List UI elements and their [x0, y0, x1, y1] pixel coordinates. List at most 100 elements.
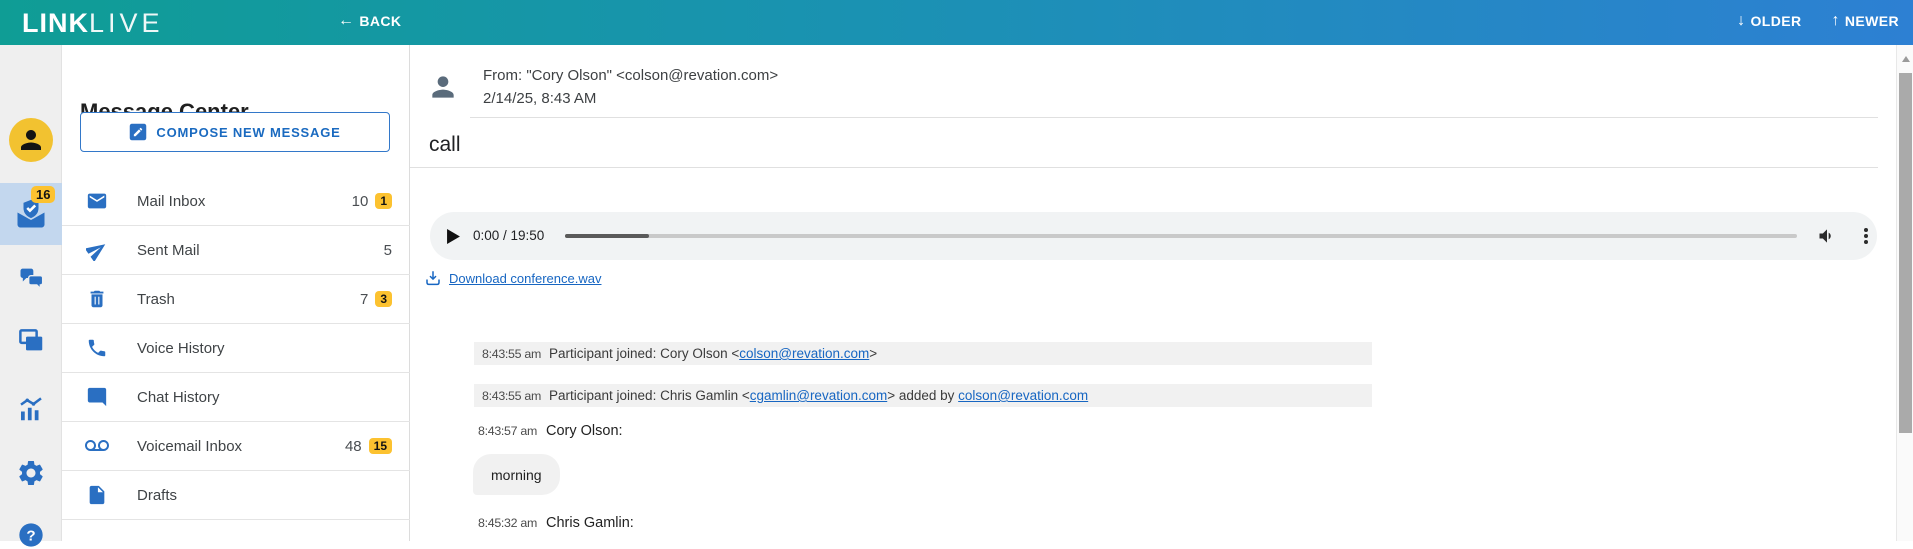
speaker-name: Chris Gamlin:	[546, 515, 634, 531]
download-link[interactable]: Download conference.wav	[449, 271, 601, 286]
compose-new-message-button[interactable]: COMPOSE NEW MESSAGE	[80, 112, 390, 152]
audio-time-display: 0:00 / 19:50	[473, 228, 544, 243]
download-row: Download conference.wav	[424, 269, 601, 287]
email-link[interactable]: cgamlin@revation.com	[750, 388, 888, 403]
item-badge: 1	[375, 193, 392, 209]
mail-icon	[86, 190, 108, 212]
help-icon: ?	[17, 521, 45, 549]
back-button[interactable]: ← BACK	[338, 12, 401, 30]
download-icon	[424, 269, 442, 287]
speaker-name: Cory Olson:	[546, 423, 623, 439]
message-text: Participant joined: Chris Gamlin <	[549, 388, 750, 403]
item-count: 5	[384, 242, 392, 259]
arrow-down-icon: ↓	[1737, 12, 1745, 30]
sidebar-item-trash[interactable]: Trash 7 3	[62, 275, 410, 324]
arrow-up-icon: ↑	[1831, 12, 1839, 30]
gear-icon	[16, 458, 46, 488]
system-message: 8:43:55 am Participant joined: Chris Gam…	[474, 384, 1372, 407]
seek-bar-progress	[565, 234, 649, 238]
newer-label: NEWER	[1845, 13, 1899, 29]
from-line: From: "Cory Olson" <colson@revation.com>	[483, 67, 778, 84]
chat-bubble-icon	[86, 386, 108, 408]
svg-text:?: ?	[26, 527, 35, 544]
timestamp: 8:43:57 am	[478, 424, 537, 438]
app-header: LINKLIVE ← BACK ↓ OLDER ↑ NEWER	[0, 0, 1913, 45]
logo-light: LIVE	[89, 8, 164, 38]
kebab-menu-icon[interactable]	[1856, 225, 1876, 247]
system-message-text: Participant joined: Cory Olson <colson@r…	[549, 346, 877, 361]
sidebar-item-chat-history[interactable]: Chat History	[62, 373, 410, 422]
older-label: OLDER	[1750, 13, 1801, 29]
play-button[interactable]	[447, 229, 460, 244]
sidebar-item-label: Voicemail Inbox	[137, 438, 242, 455]
voicemail-icon	[85, 434, 109, 458]
date-line: 2/14/25, 8:43 AM	[483, 90, 596, 107]
back-arrow-icon: ←	[338, 12, 354, 30]
person-icon	[16, 125, 46, 155]
system-message-text: Participant joined: Chris Gamlin <cgamli…	[549, 388, 1088, 403]
message-text: Participant joined: Cory Olson <	[549, 346, 739, 361]
item-badge: 3	[375, 291, 392, 307]
sidebar-item-label: Mail Inbox	[137, 193, 205, 210]
message-view: From: "Cory Olson" <colson@revation.com>…	[410, 45, 1896, 541]
rail-item-settings[interactable]	[0, 458, 62, 488]
sidebar-item-label: Voice History	[137, 340, 225, 357]
subject-line: call	[429, 133, 461, 157]
rail-item-analytics[interactable]	[0, 394, 62, 424]
divider	[470, 117, 1878, 118]
linklive-logo: LINKLIVE	[22, 8, 164, 39]
send-icon	[86, 239, 108, 261]
logo-bold: LINK	[22, 8, 89, 38]
message-text: > added by	[887, 388, 958, 403]
older-button[interactable]: ↓ OLDER	[1737, 12, 1801, 30]
sidebar-item-sent-mail[interactable]: Sent Mail 5	[62, 226, 410, 275]
scrollbar-thumb[interactable]	[1899, 73, 1912, 433]
scroll-up-arrow-icon[interactable]	[1902, 56, 1910, 62]
sidebar-item-drafts[interactable]: Drafts	[62, 471, 410, 520]
chat-speaker-row: 8:45:32 am Chris Gamlin:	[478, 515, 634, 531]
chat-bubble-text: morning	[491, 467, 542, 483]
back-label: BACK	[359, 13, 401, 29]
sidebar-item-label: Sent Mail	[137, 242, 200, 259]
sidebar-item-voicemail-inbox[interactable]: Voicemail Inbox 48 15	[62, 422, 410, 471]
volume-icon[interactable]	[1817, 226, 1837, 246]
divider	[410, 167, 1878, 168]
timestamp: 8:43:55 am	[482, 389, 541, 403]
compose-icon	[129, 123, 147, 141]
rail-item-help[interactable]: ?	[0, 521, 62, 549]
item-badge: 15	[369, 438, 392, 454]
timestamp: 8:45:32 am	[478, 516, 537, 530]
item-count: 7	[360, 291, 368, 308]
sidebar-item-label: Drafts	[137, 487, 177, 504]
vertical-scrollbar[interactable]	[1896, 45, 1913, 541]
seek-bar[interactable]	[565, 234, 1797, 238]
rail-item-chats[interactable]	[0, 263, 62, 293]
phone-icon	[86, 337, 108, 359]
draft-file-icon	[86, 484, 108, 506]
sidebar-item-label: Chat History	[137, 389, 220, 406]
system-message: 8:43:55 am Participant joined: Cory Olso…	[474, 342, 1372, 365]
chat-bubble: morning	[473, 454, 560, 495]
newer-button[interactable]: ↑ NEWER	[1831, 12, 1899, 30]
chat-bubbles-icon	[17, 264, 45, 292]
header-nav-group: ↓ OLDER ↑ NEWER	[1737, 12, 1899, 30]
sender-person-icon	[427, 71, 459, 103]
analytics-icon	[16, 394, 46, 424]
item-count: 10	[352, 193, 369, 210]
user-avatar[interactable]	[0, 118, 62, 162]
icon-rail: 16 ?	[0, 45, 62, 541]
email-link[interactable]: colson@revation.com	[739, 346, 869, 361]
overlapping-windows-icon	[16, 326, 46, 356]
chat-speaker-row: 8:43:57 am Cory Olson:	[478, 423, 623, 439]
email-link[interactable]: colson@revation.com	[958, 388, 1088, 403]
compose-label: COMPOSE NEW MESSAGE	[156, 125, 340, 140]
rail-item-windows[interactable]	[0, 326, 62, 356]
message-text: >	[869, 346, 877, 361]
sidebar: Message Center COMPOSE NEW MESSAGE Mail …	[62, 45, 410, 541]
sidebar-item-voice-history[interactable]: Voice History	[62, 324, 410, 373]
sidebar-item-mail-inbox[interactable]: Mail Inbox 10 1	[62, 177, 410, 226]
item-count: 48	[345, 438, 362, 455]
trash-icon	[86, 288, 108, 310]
sidebar-item-label: Trash	[137, 291, 175, 308]
audio-player: 0:00 / 19:50	[430, 212, 1877, 260]
